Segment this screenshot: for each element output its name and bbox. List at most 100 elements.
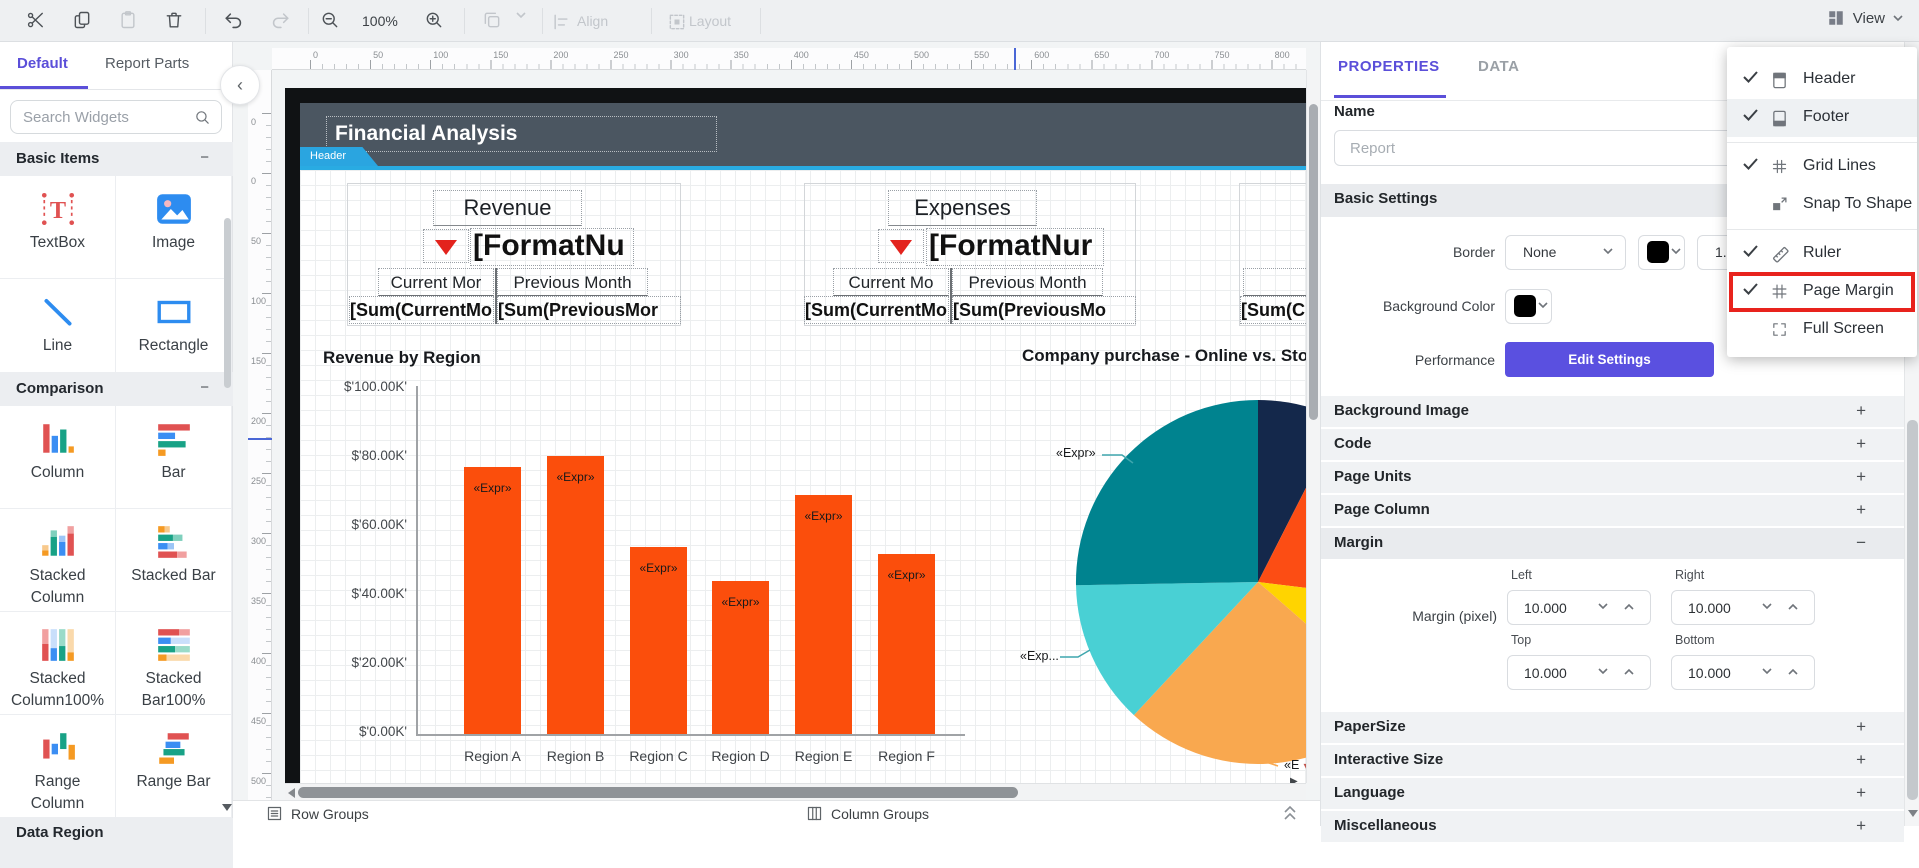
margin-left-value[interactable] [1524, 592, 1594, 623]
menu-item-ruler[interactable]: Ruler [1727, 235, 1917, 273]
column-groups[interactable]: Column Groups [806, 805, 929, 822]
revenue-sum-current[interactable]: [Sum(CurrentMont [349, 296, 494, 324]
widget-stacked-bar100-[interactable]: Stacked Bar100% [116, 612, 232, 715]
revenue-value-textbox[interactable]: [FormatNu [470, 228, 634, 266]
align-label[interactable]: Align [577, 13, 608, 29]
section-header-comparison[interactable]: Comparison − [0, 372, 233, 406]
report-title-textbox[interactable]: Financial Analysis [326, 116, 717, 152]
cut-icon[interactable] [26, 10, 48, 32]
menu-item-grid-lines[interactable]: Grid Lines [1727, 148, 1917, 186]
tab-data[interactable]: DATA [1478, 58, 1519, 75]
zoom-out-icon[interactable] [320, 10, 342, 32]
accordion-background-image[interactable]: Background Image + [1321, 396, 1904, 427]
menu-item-footer[interactable]: Footer [1727, 99, 1917, 137]
accordion-code[interactable]: Code + [1321, 429, 1904, 460]
expenses-value-textbox[interactable]: [FormatNur [926, 228, 1104, 266]
vertical-scroll-thumb[interactable] [1309, 104, 1318, 420]
accordion-miscellaneous[interactable]: Miscellaneous + [1321, 811, 1904, 842]
accordion-interactive-size[interactable]: Interactive Size + [1321, 745, 1904, 776]
menu-item-snap-to-shape[interactable]: Snap To Shape [1727, 186, 1917, 224]
bar-region-a[interactable] [464, 466, 521, 734]
canvas-horizontal-scrollbar[interactable] [285, 783, 1306, 800]
section-header-basic-items[interactable]: Basic Items − [0, 142, 233, 176]
widget-line[interactable]: Line [0, 279, 116, 382]
widget-bar[interactable]: Bar [116, 406, 232, 509]
widget-column[interactable]: Column [0, 406, 116, 509]
v-ruler-number: 200 [251, 416, 267, 426]
tab-properties[interactable]: PROPERTIES [1338, 58, 1440, 75]
tab-report-parts[interactable]: Report Parts [105, 55, 189, 72]
expenses-sum-current[interactable]: [Sum(CurrentMon [804, 296, 949, 324]
sidebar-scroll-down-icon[interactable] [222, 804, 232, 811]
panel-scroll-down-icon[interactable] [1908, 810, 1918, 817]
widget-textbox[interactable]: T TextBox [0, 176, 116, 279]
revenue-title-textbox[interactable]: Revenue [433, 190, 582, 226]
revenue-previous-label[interactable]: Previous Month [497, 268, 648, 296]
widget-image[interactable]: Image [116, 176, 232, 279]
expenses-previous-label[interactable]: Previous Month [952, 268, 1103, 296]
third-block-sum[interactable]: [Sum(C [1240, 296, 1306, 324]
tab-default[interactable]: Default [17, 55, 68, 72]
canvas-vertical-scrollbar[interactable] [1306, 70, 1320, 783]
bar-region-c[interactable] [630, 546, 687, 734]
menu-item-full-screen[interactable]: Full Screen [1727, 311, 1917, 349]
chevron-up-icon[interactable] [1624, 668, 1634, 675]
widget-stacked-bar[interactable]: Stacked Bar [116, 509, 232, 612]
expenses-title-textbox[interactable]: Expenses [888, 190, 1037, 226]
border-style-select[interactable]: None [1505, 235, 1626, 270]
chevron-up-icon[interactable] [1788, 603, 1798, 610]
revenue-indicator-box[interactable] [423, 229, 469, 263]
background-color-picker[interactable] [1505, 289, 1552, 324]
revenue-sum-previous[interactable]: [Sum(PreviousMor [497, 296, 681, 324]
widget-rectangle[interactable]: Rectangle [116, 279, 232, 382]
row-groups[interactable]: Row Groups [266, 805, 369, 822]
chevron-down-icon[interactable] [1762, 668, 1772, 675]
undo-icon[interactable] [223, 10, 245, 32]
collapse-minus-icon[interactable]: − [200, 379, 209, 396]
sidebar-scrollbar[interactable] [224, 176, 232, 868]
expenses-indicator-box[interactable] [878, 229, 924, 263]
collapse-minus-icon[interactable]: − [200, 149, 209, 166]
widget-range-bar[interactable]: Range Bar [116, 715, 232, 818]
accordion-margin[interactable]: Margin − [1321, 528, 1904, 559]
accordion-papersize[interactable]: PaperSize + [1321, 712, 1904, 743]
margin-right-value[interactable] [1688, 592, 1758, 623]
widget-range-column[interactable]: Range Column [0, 715, 116, 818]
menu-item-header[interactable]: Header [1727, 61, 1917, 99]
margin-top-value[interactable] [1524, 657, 1594, 688]
expenses-current-label[interactable]: Current Mo [833, 268, 949, 296]
margin-bottom-value[interactable] [1688, 657, 1758, 688]
widget-stacked-column[interactable]: Stacked Column [0, 509, 116, 612]
sidebar-collapse-button[interactable]: ‹ [220, 65, 260, 105]
zoom-in-icon[interactable] [424, 10, 446, 32]
report-body[interactable]: Revenue [FormatNu Current Mor Previous Mont… [300, 170, 1311, 787]
accordion-page-units[interactable]: Page Units + [1321, 462, 1904, 493]
accordion-language[interactable]: Language + [1321, 778, 1904, 809]
chevron-up-icon[interactable] [1788, 668, 1798, 675]
layout-label[interactable]: Layout [689, 13, 731, 29]
view-button[interactable]: View [1827, 9, 1903, 27]
revenue-current-label[interactable]: Current Mor [378, 268, 494, 296]
pie-slice-teal[interactable] [1075, 400, 1258, 586]
collapse-groups-chevrons-icon[interactable] [1283, 803, 1297, 823]
menu-item-page-margin[interactable]: Page Margin [1727, 273, 1917, 311]
delete-icon[interactable] [164, 10, 186, 32]
bar-region-b[interactable] [547, 456, 604, 734]
accordion-page-column[interactable]: Page Column + [1321, 495, 1904, 526]
bar-region-e[interactable] [795, 494, 852, 734]
border-color-picker[interactable] [1638, 235, 1685, 270]
chevron-down-icon[interactable] [1598, 668, 1608, 675]
report-header-band[interactable]: Financial Analysis [300, 103, 1306, 166]
search-input[interactable] [23, 102, 193, 132]
third-block-empty-cell[interactable] [1243, 268, 1306, 296]
horizontal-scroll-thumb[interactable] [298, 787, 1018, 798]
expenses-sum-previous[interactable]: [Sum(PreviousMo [952, 296, 1136, 324]
panel-scroll-thumb[interactable] [1907, 420, 1918, 800]
widget-stacked-column100-[interactable]: Stacked Column100% [0, 612, 116, 715]
scroll-left-icon[interactable] [288, 788, 295, 798]
chevron-up-icon[interactable] [1624, 603, 1634, 610]
edit-settings-button[interactable]: Edit Settings [1505, 342, 1714, 377]
copy-icon[interactable] [72, 10, 94, 32]
chevron-down-icon[interactable] [1598, 603, 1608, 610]
chevron-down-icon[interactable] [1762, 603, 1772, 610]
